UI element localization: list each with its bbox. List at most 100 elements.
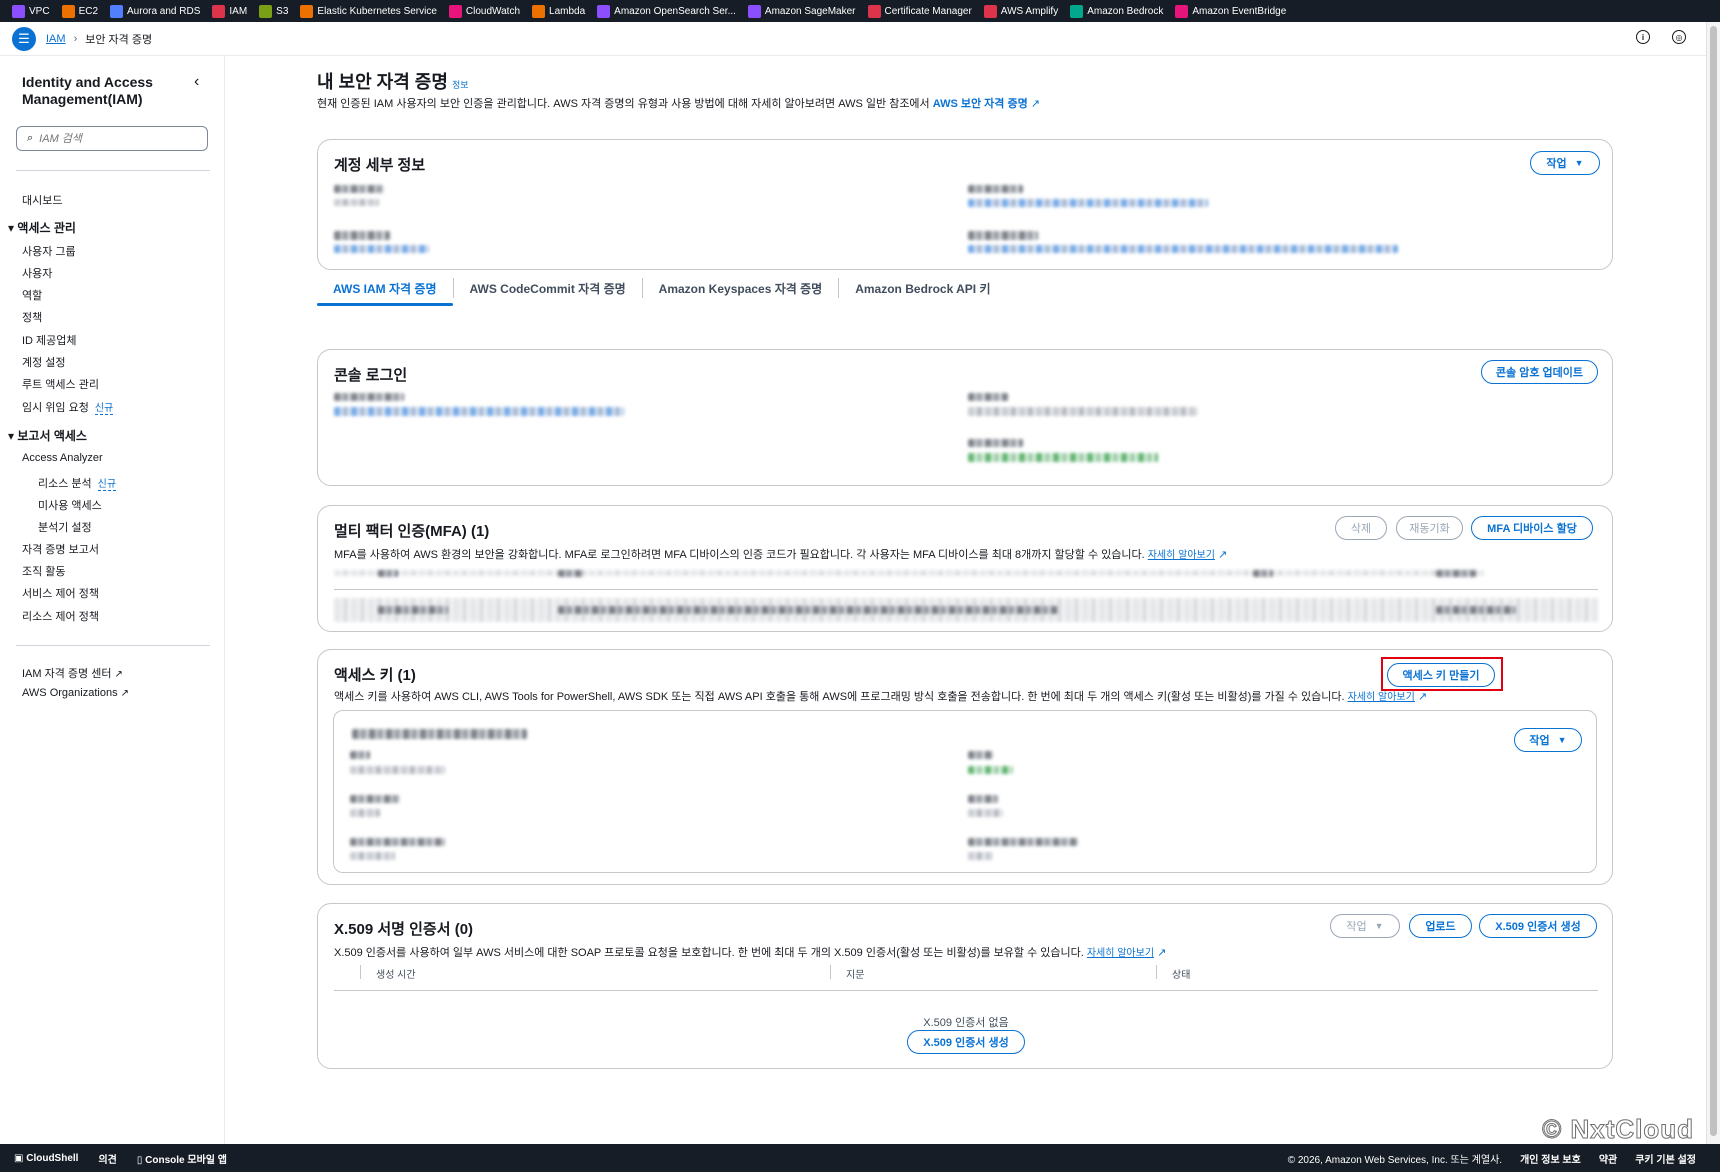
service-label: Amazon SageMaker	[764, 5, 856, 17]
service-shortcut[interactable]: IAM	[212, 4, 247, 18]
column-status[interactable]: 상태	[1172, 966, 1190, 981]
tab-keyspaces[interactable]: Amazon Keyspaces 자격 증명	[643, 270, 839, 306]
sidebar-item-root-access[interactable]: 루트 액세스 관리	[22, 376, 99, 392]
service-shortcut[interactable]: Certificate Manager	[867, 4, 972, 18]
settings-icon[interactable]: ◎	[1672, 30, 1686, 44]
service-shortcut[interactable]: EC2	[61, 4, 98, 18]
redacted-value	[968, 751, 993, 759]
sidebar-item-dashboard[interactable]: 대시보드	[22, 192, 62, 208]
x509-empty-create-button[interactable]: X.509 인증서 생성	[907, 1030, 1025, 1054]
sidebar-link-organizations[interactable]: AWS Organizations ↗	[22, 687, 129, 699]
caret-down-icon: ▼	[1557, 735, 1567, 745]
info-link[interactable]: 정보	[452, 80, 469, 90]
learn-more-link[interactable]: 자세히 알아보기	[1348, 692, 1415, 703]
assign-mfa-device-button[interactable]: MFA 디바이스 할당	[1471, 516, 1593, 540]
sidebar-item-credential-report[interactable]: 자격 증명 보고서	[22, 541, 99, 557]
sidebar-section-access[interactable]: ▾ 액세스 관리	[8, 219, 76, 236]
redacted-value	[968, 838, 1078, 846]
update-console-password-button[interactable]: 콘솔 암호 업데이트	[1480, 360, 1598, 384]
service-shortcut[interactable]: S3	[259, 4, 288, 18]
learn-more-link[interactable]: 자세히 알아보기	[1087, 948, 1154, 959]
sidebar-link-identity-center[interactable]: IAM 자격 증명 센터 ↗	[22, 665, 123, 681]
cookie-preferences-link[interactable]: 쿠키 기본 설정	[1635, 1151, 1696, 1166]
terms-link[interactable]: 약관	[1599, 1151, 1617, 1166]
service-shortcut[interactable]: Elastic Kubernetes Service	[300, 4, 437, 18]
service-shortcut[interactable]: Lambda	[532, 4, 585, 18]
redacted-value	[352, 729, 527, 739]
sidebar-item-analyzer-settings[interactable]: 분석기 설정	[38, 519, 92, 535]
service-shortcut[interactable]: AWS Amplify	[983, 4, 1058, 18]
breadcrumb-iam-link[interactable]: IAM	[46, 33, 66, 45]
service-shortcut[interactable]: Amazon Bedrock	[1070, 4, 1163, 18]
scrollbar-thumb[interactable]	[1710, 26, 1717, 1136]
footer-label: Console 모바일 앱	[145, 1154, 227, 1166]
highlight-box	[1381, 657, 1503, 691]
tab-iam-credentials[interactable]: AWS IAM 자격 증명	[317, 270, 453, 306]
service-shortcut[interactable]: VPC	[12, 4, 50, 18]
desc-text: MFA를 사용하여 AWS 환경의 보안을 강화합니다. MFA로 로그인하려면…	[334, 549, 1145, 561]
service-shortcut[interactable]: Amazon EventBridge	[1175, 4, 1287, 18]
service-shortcut[interactable]: Amazon SageMaker	[747, 4, 856, 18]
sidebar-item-user-groups[interactable]: 사용자 그룹	[22, 243, 76, 259]
column-created[interactable]: 생성 시간	[376, 966, 416, 981]
panel-title: 액세스 키 (1)	[334, 667, 416, 684]
sidebar-item-resource-analysis[interactable]: 리소스 분석 신규	[38, 475, 117, 491]
service-label: Amazon OpenSearch Ser...	[614, 5, 736, 17]
sidebar-item-roles[interactable]: 역할	[22, 287, 42, 303]
sidebar-item-temp-delegation[interactable]: 임시 위임 요청 신규	[22, 399, 114, 415]
redacted-value	[968, 245, 1398, 253]
info-icon[interactable]: i	[1636, 30, 1650, 44]
link-label: IAM 자격 증명 센터	[22, 668, 112, 680]
footer-label: CloudShell	[26, 1152, 79, 1164]
sidebar-item-access-analyzer[interactable]: Access Analyzer	[22, 452, 103, 464]
sidebar-item-users[interactable]: 사용자	[22, 265, 52, 281]
new-badge: 신규	[94, 403, 114, 415]
menu-icon[interactable]: ☰	[12, 26, 36, 51]
redacted-value	[968, 795, 998, 803]
button-label: 작업	[1546, 158, 1567, 170]
security-credentials-link[interactable]: AWS 보안 자격 증명	[933, 98, 1028, 110]
mfa-resync-button[interactable]: 재동기화	[1396, 516, 1463, 540]
x509-create-button[interactable]: X.509 인증서 생성	[1479, 914, 1597, 938]
service-label: CloudWatch	[465, 5, 521, 17]
redacted-value	[350, 809, 380, 817]
x509-actions-button[interactable]: 작업 ▼	[1330, 914, 1400, 938]
sidebar-item-scp[interactable]: 서비스 제어 정책	[22, 585, 99, 601]
scrollbar[interactable]	[1706, 22, 1720, 1144]
redacted-value	[350, 852, 395, 860]
sidebar-item-policies[interactable]: 정책	[22, 309, 42, 325]
learn-more-link[interactable]: 자세히 알아보기	[1148, 550, 1215, 561]
service-label: Amazon EventBridge	[1192, 5, 1287, 17]
sidebar-item-org-activity[interactable]: 조직 활동	[22, 563, 66, 579]
service-shortcut[interactable]: Aurora and RDS	[110, 4, 200, 18]
privacy-link[interactable]: 개인 정보 보호	[1520, 1151, 1581, 1166]
account-actions-button[interactable]: 작업 ▼	[1530, 151, 1600, 175]
panel-description: MFA를 사용하여 AWS 환경의 보안을 강화합니다. MFA로 로그인하려면…	[334, 546, 1227, 562]
sidebar-item-account-settings[interactable]: 계정 설정	[22, 354, 66, 370]
collapse-sidebar-icon[interactable]: ‹	[194, 73, 199, 91]
service-shortcut[interactable]: CloudWatch	[448, 4, 521, 18]
sidebar-item-unused-access[interactable]: 미사용 액세스	[38, 497, 102, 513]
feedback-link[interactable]: 의견	[98, 1151, 116, 1166]
external-link-icon: ↗	[1417, 691, 1428, 703]
title-text: 내 보안 자격 증명	[317, 72, 448, 92]
divider	[16, 645, 210, 646]
sidebar-item-identity-providers[interactable]: ID 제공업체	[22, 332, 77, 348]
access-key-actions-button[interactable]: 작업 ▼	[1514, 728, 1582, 752]
sidebar-search[interactable]: ⌕	[16, 126, 208, 151]
redacted-value	[1436, 606, 1516, 614]
redacted-value	[350, 838, 445, 846]
sidebar-title: Identity and Access Management(IAM)	[22, 74, 153, 107]
sidebar-item-rcp[interactable]: 리소스 제어 정책	[22, 608, 99, 624]
column-thumbprint[interactable]: 지문	[846, 966, 864, 981]
search-input[interactable]	[39, 132, 190, 145]
caret-down-icon: ▼	[1574, 158, 1584, 168]
sidebar-section-report[interactable]: ▾ 보고서 액세스	[8, 427, 87, 444]
x509-upload-button[interactable]: 업로드	[1409, 914, 1472, 938]
tab-codecommit[interactable]: AWS CodeCommit 자격 증명	[454, 270, 642, 306]
mobile-app-link[interactable]: ▯ Console 모바일 앱	[137, 1151, 227, 1166]
cloudshell-button[interactable]: ▣ CloudShell	[14, 1153, 78, 1164]
service-shortcut[interactable]: Amazon OpenSearch Ser...	[597, 4, 736, 18]
mfa-delete-button[interactable]: 삭제	[1335, 516, 1387, 540]
tab-bedrock-api-key[interactable]: Amazon Bedrock API 키	[839, 270, 1006, 306]
